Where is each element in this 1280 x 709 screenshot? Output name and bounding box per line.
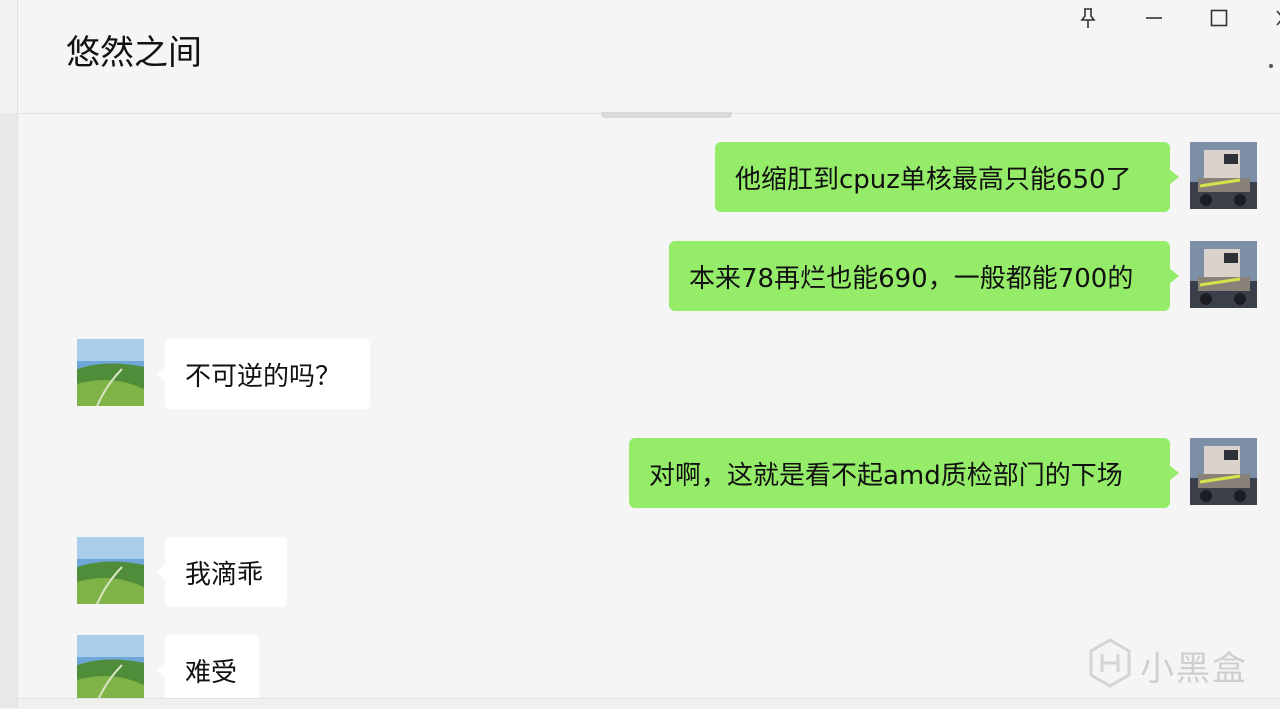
left-panel-edge [0, 0, 18, 708]
incoming-message-bubble[interactable]: 难受 [156, 635, 259, 705]
watermark: 小黑盒 [1088, 638, 1248, 692]
message-text: 难受 [185, 657, 238, 688]
message-text: 他缩肛到cpuz单核最高只能650了 [735, 164, 1132, 195]
close-icon [1275, 9, 1280, 27]
message-list: 他缩肛到cpuz单核最高只能650了 本来78再烂也能690，一般都能700的 [18, 114, 1280, 705]
message-text: 不可逆的吗？ [185, 361, 342, 392]
pin-button[interactable] [1073, 6, 1103, 30]
incoming-message-bubble[interactable]: 我滴乖 [156, 537, 287, 607]
watermark-logo-icon [1088, 638, 1132, 692]
input-area-edge [18, 698, 1280, 709]
contact-avatar[interactable] [77, 339, 144, 406]
my-avatar[interactable] [1190, 142, 1257, 209]
minimize-icon [1145, 9, 1163, 27]
my-avatar[interactable] [1190, 438, 1257, 505]
incoming-message-bubble[interactable]: 不可逆的吗？ [156, 339, 370, 409]
message-text: 我滴乖 [185, 559, 264, 590]
more-options-icon[interactable] [1269, 64, 1273, 68]
maximize-icon [1210, 9, 1228, 27]
my-avatar[interactable] [1190, 241, 1257, 308]
message-text: 本来78再烂也能690，一般都能700的 [689, 263, 1134, 294]
contact-avatar[interactable] [77, 635, 144, 702]
chat-title: 悠然之间 [66, 33, 202, 73]
minimize-button[interactable] [1139, 6, 1169, 30]
maximize-button[interactable] [1204, 6, 1234, 30]
message-text: 对啊，这就是看不起amd质检部门的下场 [649, 460, 1123, 491]
close-button[interactable] [1268, 6, 1280, 30]
outgoing-message-bubble[interactable]: 本来78再烂也能690，一般都能700的 [669, 241, 1179, 311]
watermark-text: 小黑盒 [1140, 648, 1248, 689]
chat-header: 悠然之间 [18, 0, 1280, 114]
outgoing-message-bubble[interactable]: 对啊，这就是看不起amd质检部门的下场 [629, 438, 1179, 508]
outgoing-message-bubble[interactable]: 他缩肛到cpuz单核最高只能650了 [715, 142, 1179, 212]
contact-avatar[interactable] [77, 537, 144, 604]
pin-icon [1078, 7, 1098, 29]
